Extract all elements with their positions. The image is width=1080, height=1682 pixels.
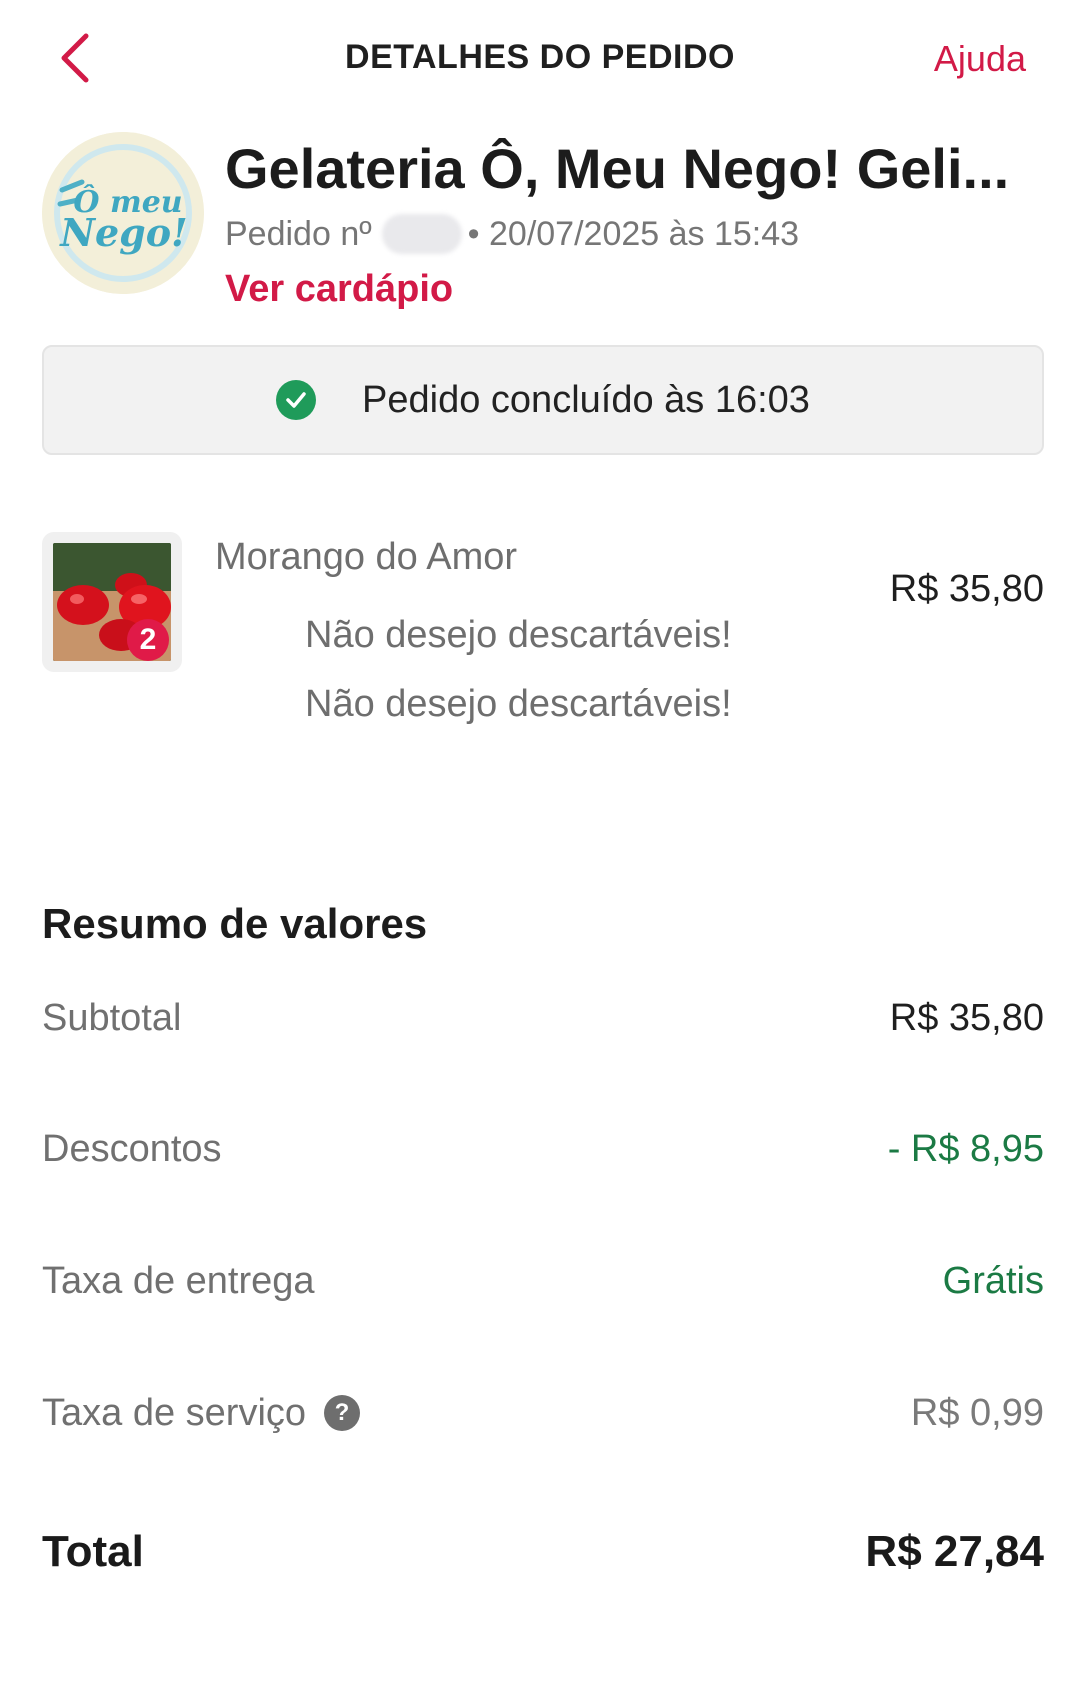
order-datetime: • 20/07/2025 às 15:43 <box>467 214 800 253</box>
service-fee-value: R$ 0,99 <box>910 1391 1044 1434</box>
subtotal-value: R$ 35,80 <box>889 996 1044 1039</box>
page-title: DETALHES DO PEDIDO <box>345 38 735 76</box>
store-logo-image: Ô meu Nego! <box>42 132 204 294</box>
item-photo: 2 <box>53 543 171 661</box>
total-value: R$ 27,84 <box>865 1527 1044 1576</box>
order-number-redacted <box>381 214 462 254</box>
check-circle-icon <box>276 380 317 420</box>
item-price: R$ 35,80 <box>889 568 1044 610</box>
order-details-page: DETALHES DO PEDIDO Ajuda Ô meu Nego! Gel… <box>0 0 1080 1682</box>
item-note: Não desejo descartáveis! <box>305 614 732 656</box>
question-mark-icon[interactable]: ? <box>324 1395 361 1431</box>
store-logo: Ô meu Nego! <box>42 132 204 294</box>
service-fee-label-group: Taxa de serviço ? <box>42 1391 361 1435</box>
order-number-label: Pedido nº <box>225 214 372 253</box>
subtotal-label: Subtotal <box>42 996 182 1039</box>
delivery-fee-label: Taxa de entrega <box>42 1259 315 1302</box>
service-fee-row: Taxa de serviço ? R$ 0,99 <box>42 1388 1044 1438</box>
store-name[interactable]: Gelateria Ô, Meu Nego! Geli... <box>225 136 1045 201</box>
item-note: Não desejo descartáveis! <box>305 683 732 725</box>
order-info: Pedido nº • 20/07/2025 às 15:43 <box>225 214 799 254</box>
quantity-badge: 2 <box>127 619 169 661</box>
subtotal-row: Subtotal R$ 35,80 <box>42 993 1044 1043</box>
svg-text:Nego!: Nego! <box>59 210 188 255</box>
delivery-fee-row: Taxa de entrega Grátis <box>42 1256 1044 1306</box>
view-menu-link[interactable]: Ver cardápio <box>225 268 453 311</box>
help-link[interactable]: Ajuda <box>934 38 1026 80</box>
discounts-row: Descontos - R$ 8,95 <box>42 1124 1044 1174</box>
discounts-value: - R$ 8,95 <box>887 1127 1044 1170</box>
status-text: Pedido concluído às 16:03 <box>362 378 810 421</box>
discounts-label: Descontos <box>42 1127 222 1170</box>
top-bar: DETALHES DO PEDIDO Ajuda <box>0 0 1080 120</box>
service-fee-label: Taxa de serviço <box>42 1391 307 1434</box>
total-row: Total R$ 27,84 <box>42 1522 1044 1582</box>
summary-title: Resumo de valores <box>42 900 428 947</box>
item-thumbnail: 2 <box>42 532 182 672</box>
total-label: Total <box>42 1527 144 1576</box>
item-name: Morango do Amor <box>215 536 518 578</box>
order-status-banner: Pedido concluído às 16:03 <box>42 345 1044 455</box>
delivery-fee-value: Grátis <box>942 1259 1044 1302</box>
